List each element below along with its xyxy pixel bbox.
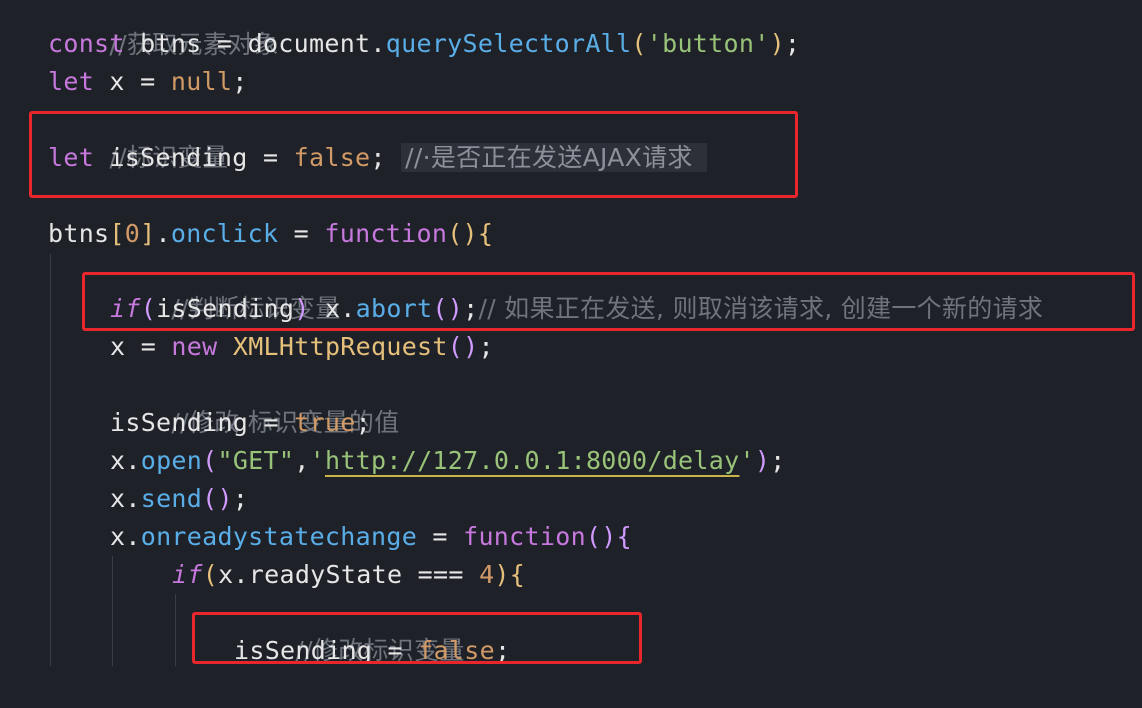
bracket: ( [202, 446, 218, 475]
semicolon: ; [232, 67, 248, 96]
bracket: () [585, 522, 617, 551]
identifier: x [218, 560, 234, 589]
indent-guide [50, 254, 51, 666]
code-line-3: let x = null; [48, 63, 248, 101]
code-line-1: //获取元素对象 [48, 0, 279, 59]
url-link[interactable]: http://127.0.0.1:8000/delay [325, 446, 739, 475]
string-literal: "GET" [217, 446, 295, 475]
code-line-10: //修改 标识变量的值 [110, 366, 400, 437]
quote: ' [739, 446, 755, 475]
comma: , [294, 446, 310, 475]
identifier: x [110, 522, 126, 551]
method-name: send [140, 484, 203, 513]
property: readyState [248, 560, 403, 589]
code-line-11: isSending = true; [110, 404, 371, 442]
bracket: [ [109, 219, 125, 248]
class-name: XMLHttpRequest [232, 332, 448, 361]
operator: = [125, 332, 172, 361]
bracket: () [447, 332, 479, 361]
property: onreadystatechange [140, 522, 418, 551]
bracket: ) [754, 446, 771, 475]
keyword: let [48, 67, 95, 96]
identifier: x [110, 484, 126, 513]
identifier: btns [140, 29, 202, 58]
indent-guide [112, 556, 113, 666]
dot: . [125, 522, 141, 551]
operator: = [201, 29, 248, 58]
brace: { [509, 560, 526, 589]
code-line-12: x.open("GET",'http://127.0.0.1:8000/dela… [110, 442, 786, 480]
bracket: () [202, 484, 233, 513]
code-line-14: x.onreadystatechange = function(){ [110, 518, 632, 556]
code-line-13: x.send(); [110, 480, 248, 518]
identifier: document [247, 29, 371, 58]
semicolon: ; [784, 29, 801, 58]
code-line-9: x = new XMLHttpRequest(); [110, 328, 494, 366]
number-literal: 0 [124, 219, 141, 248]
bracket: ( [631, 29, 647, 58]
bracket: () [447, 219, 478, 248]
identifier: x [110, 332, 126, 361]
code-line-2: const btns = document.querySelectorAll('… [48, 25, 800, 63]
operator: = [248, 408, 295, 437]
identifier: x [109, 67, 125, 96]
code-editor[interactable]: //获取元素对象 const btns = document.querySele… [0, 0, 1142, 666]
literal: null [170, 67, 233, 96]
brace: { [616, 522, 632, 551]
semicolon: ; [232, 484, 249, 513]
dot: . [370, 29, 386, 58]
method-name: querySelectorAll [385, 29, 632, 58]
brace: { [477, 219, 494, 248]
identifier: btns [48, 219, 110, 248]
identifier: isSending [110, 408, 249, 437]
dot: . [125, 446, 141, 475]
number-literal: 4 [479, 560, 495, 589]
code-line-15: if(x.readyState === 4){ [172, 556, 525, 594]
bracket: ) [494, 560, 510, 589]
quote: ' [309, 446, 325, 475]
semicolon: ; [478, 332, 494, 361]
semicolon: ; [355, 408, 371, 437]
keyword: if [172, 560, 203, 589]
highlight-box [82, 272, 1135, 331]
identifier: x [110, 446, 126, 475]
string-literal: 'button' [646, 29, 770, 58]
literal: true [294, 408, 356, 437]
code-line-6: btns[0].onclick = function(){ [48, 215, 493, 253]
property: onclick [170, 219, 279, 248]
method-name: open [140, 446, 203, 475]
keyword: function [324, 219, 448, 248]
bracket: ) [769, 29, 785, 58]
bracket: ] [140, 219, 156, 248]
bracket: ( [202, 560, 219, 589]
highlight-box [29, 111, 798, 198]
semicolon: ; [770, 446, 786, 475]
operator: === [402, 560, 480, 589]
operator: = [417, 522, 464, 551]
keyword: function [463, 522, 586, 551]
dot: . [233, 560, 249, 589]
dot: . [125, 484, 141, 513]
operator: = [278, 219, 325, 248]
operator: = [124, 67, 171, 96]
indent-guide [175, 594, 176, 666]
keyword: const [48, 29, 125, 58]
highlight-box [192, 612, 642, 664]
keyword: new [171, 332, 218, 361]
dot: . [155, 219, 171, 248]
